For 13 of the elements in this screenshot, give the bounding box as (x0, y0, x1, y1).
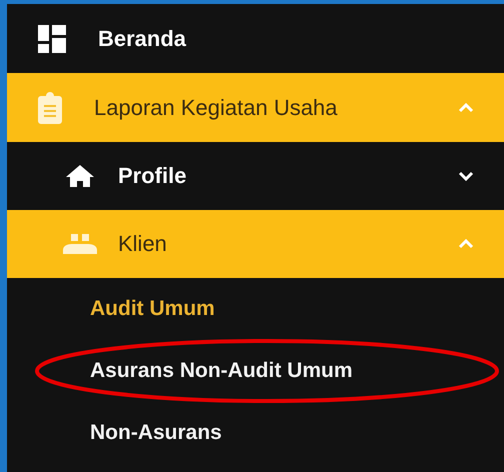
home-icon (66, 165, 94, 187)
submenu-item[interactable]: Klien (7, 210, 504, 278)
submenu-link[interactable]: Non-Asurans (90, 421, 222, 445)
clipboard-icon (38, 92, 62, 124)
menu-item[interactable]: Beranda (7, 4, 504, 73)
chevron-down-icon (458, 171, 474, 181)
dashboard-icon (38, 24, 66, 52)
chevron-up-icon (458, 239, 474, 249)
people-icon (63, 234, 97, 254)
menu-item[interactable]: Laporan Kegiatan Usaha (7, 73, 504, 142)
chevron-up-icon (458, 102, 474, 112)
submenu-item[interactable]: Profile (7, 142, 504, 210)
submenu-link[interactable]: Audit Umum (90, 297, 215, 321)
